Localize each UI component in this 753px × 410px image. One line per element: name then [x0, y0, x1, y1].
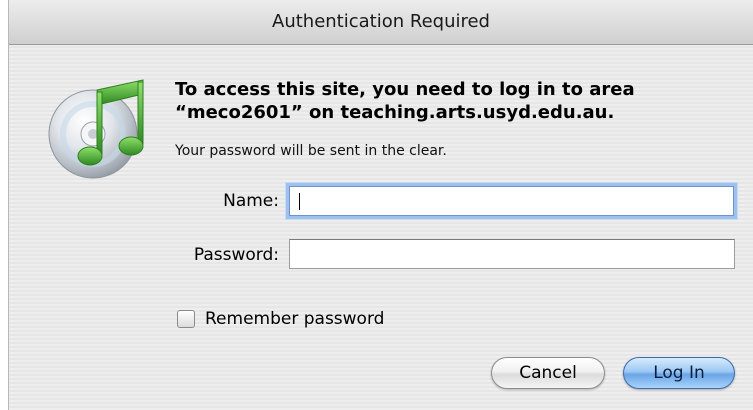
name-label: Name:: [223, 191, 279, 211]
authentication-dialog: Authentication Required To access this s…: [8, 0, 753, 410]
security-note: Your password will be sent in the clear.: [175, 143, 447, 159]
password-input[interactable]: [289, 239, 735, 269]
window-title: Authentication Required: [272, 11, 490, 32]
remember-password-label[interactable]: Remember password: [205, 309, 384, 329]
log-in-button[interactable]: Log In: [623, 357, 735, 389]
heading-line-1: To access this site, you need to log in …: [175, 79, 635, 100]
dialog-heading: To access this site, you need to log in …: [175, 78, 735, 124]
text-cursor: [299, 193, 300, 210]
heading-line-2: “meco2601” on teaching.arts.usyd.edu.au.: [175, 102, 615, 123]
itunes-icon: [48, 79, 144, 179]
title-bar[interactable]: Authentication Required: [9, 0, 753, 45]
name-input[interactable]: [289, 186, 734, 216]
remember-password-checkbox[interactable]: [177, 310, 195, 328]
cancel-button[interactable]: Cancel: [491, 357, 605, 389]
password-label: Password:: [193, 245, 279, 265]
